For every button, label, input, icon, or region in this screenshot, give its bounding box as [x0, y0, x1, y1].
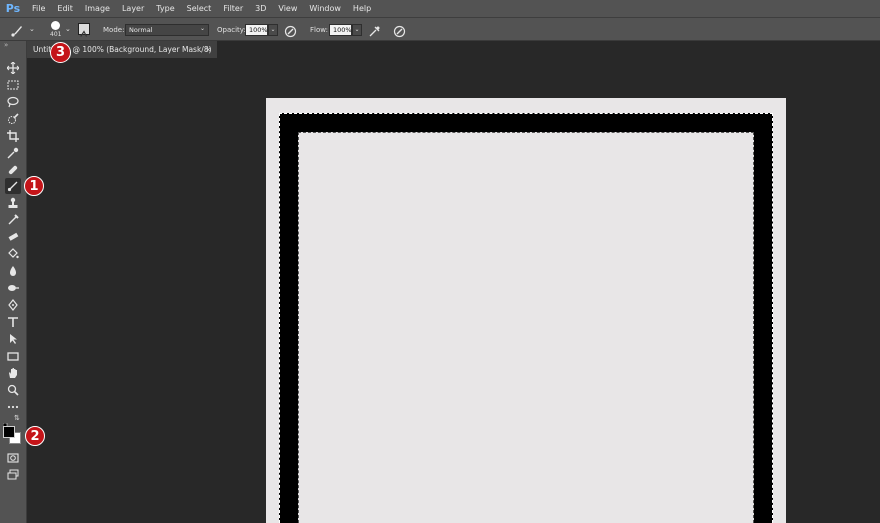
lasso-icon[interactable]: [5, 94, 21, 110]
menu-view[interactable]: View: [272, 0, 303, 17]
brush-picker-chevron-icon[interactable]: ⌄: [65, 25, 71, 33]
hand-icon[interactable]: [5, 365, 21, 381]
menu-bar: Ps File Edit Image Layer Type Select Fil…: [0, 0, 880, 17]
inner-selection-area: [298, 132, 754, 523]
opacity-dropdown-icon[interactable]: ⌄: [268, 24, 278, 36]
pressure-opacity-icon[interactable]: [284, 23, 297, 38]
mode-label: Mode:: [103, 26, 125, 34]
menu-type[interactable]: Type: [150, 0, 180, 17]
swap-colors-icon[interactable]: ⇅: [14, 414, 20, 422]
menu-layer[interactable]: Layer: [116, 0, 150, 17]
flow-label: Flow:: [310, 26, 328, 34]
foreground-color-swatch[interactable]: [3, 426, 15, 438]
opacity-label: Opacity:: [217, 26, 246, 34]
clone-stamp-icon[interactable]: [5, 195, 21, 211]
more-tools-icon[interactable]: [5, 399, 21, 415]
brush-icon[interactable]: [5, 178, 21, 194]
options-bar: ⌄ 401 ⌄ Mode: Normal ⌄ Opacity: 100% ⌄ F…: [0, 17, 880, 41]
collapse-panel-icon[interactable]: »: [4, 41, 8, 49]
step-badge-2: 2: [25, 426, 45, 446]
brush-panel-icon[interactable]: [78, 23, 90, 37]
mode-select[interactable]: Normal: [125, 24, 209, 36]
history-brush-icon[interactable]: [5, 212, 21, 228]
close-icon[interactable]: ×: [205, 41, 212, 58]
healing-brush-icon[interactable]: [5, 162, 21, 178]
path-select-icon[interactable]: [5, 331, 21, 347]
document-tab-bar: Untitled-1 @ 100% (Background, Layer Mas…: [27, 41, 880, 71]
tool-preset-brush-icon[interactable]: [10, 23, 24, 37]
menu-select[interactable]: Select: [181, 0, 218, 17]
brush-size-value: 401: [50, 31, 62, 38]
flow-field[interactable]: 100%: [329, 24, 352, 36]
menu-image[interactable]: Image: [79, 0, 116, 17]
screen-mode-icon[interactable]: [5, 467, 21, 483]
zoom-icon[interactable]: [5, 382, 21, 398]
flow-dropdown-icon[interactable]: ⌄: [352, 24, 362, 36]
rectangle-icon[interactable]: [5, 348, 21, 364]
menu-file[interactable]: File: [26, 0, 51, 17]
paint-bucket-icon[interactable]: [5, 246, 21, 262]
menu-edit[interactable]: Edit: [51, 0, 79, 17]
dodge-icon[interactable]: [5, 280, 21, 296]
default-colors-icon[interactable]: [2, 415, 10, 430]
opacity-field[interactable]: 100%: [245, 24, 268, 36]
eyedropper-icon[interactable]: [5, 145, 21, 161]
airbrush-icon[interactable]: [368, 23, 381, 37]
quick-mask-icon[interactable]: [5, 450, 21, 466]
brush-tip-icon[interactable]: [51, 21, 60, 30]
photoshop-logo: Ps: [5, 2, 21, 15]
pressure-size-icon[interactable]: [393, 23, 406, 38]
step-badge-3: 3: [50, 42, 71, 63]
move-icon[interactable]: [5, 60, 21, 76]
menu-window[interactable]: Window: [303, 0, 347, 17]
marquee-icon[interactable]: [5, 77, 21, 93]
tools-panel: » ⇅: [0, 41, 27, 523]
mode-chevron-icon[interactable]: ⌄: [200, 25, 205, 32]
menu-filter[interactable]: Filter: [217, 0, 249, 17]
pen-icon[interactable]: [5, 297, 21, 313]
crop-icon[interactable]: [5, 128, 21, 144]
blur-icon[interactable]: [5, 263, 21, 279]
quick-select-icon[interactable]: [5, 111, 21, 127]
menu-help[interactable]: Help: [347, 0, 377, 17]
menu-3d[interactable]: 3D: [249, 0, 272, 17]
step-badge-1: 1: [24, 176, 44, 196]
type-icon[interactable]: [5, 314, 21, 330]
chevron-down-icon[interactable]: ⌄: [29, 25, 35, 33]
eraser-icon[interactable]: [5, 229, 21, 245]
